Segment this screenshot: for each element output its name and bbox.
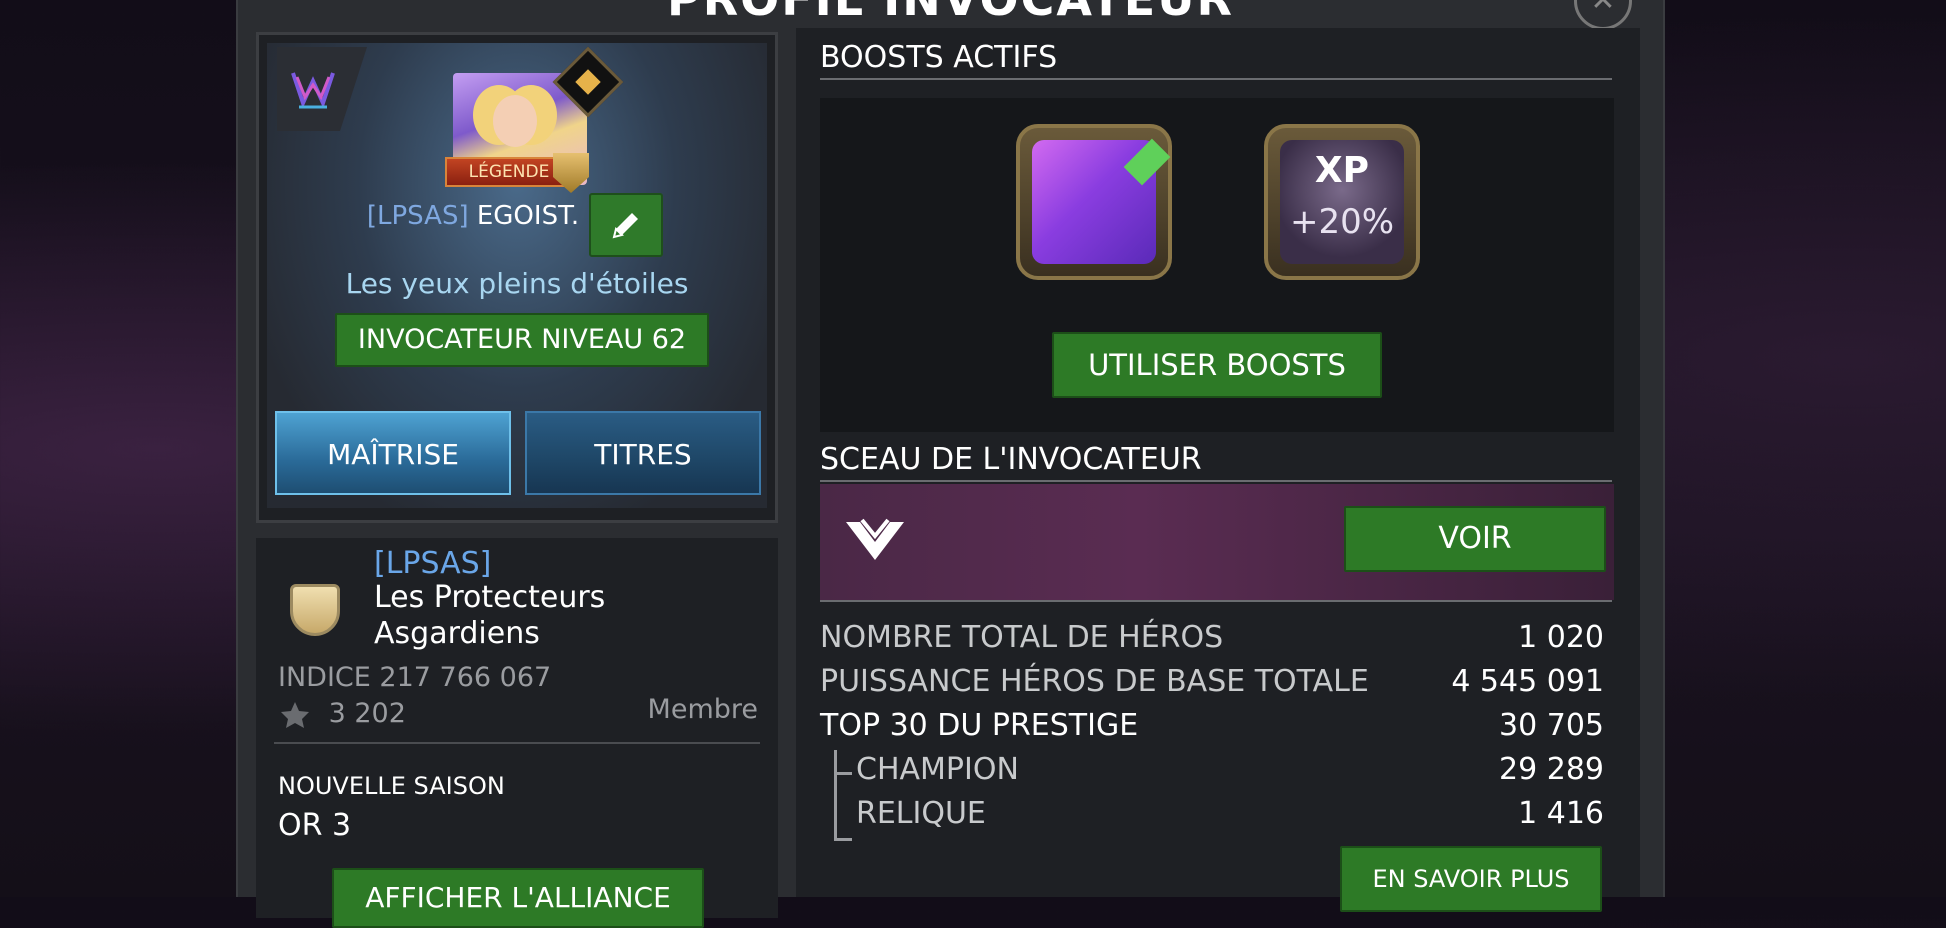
alliance-emblem-icon [277,47,367,131]
tab-mastery[interactable]: MAÎTRISE [275,411,511,495]
member-role: Membre [647,694,758,725]
player-alliance-tag: [LPSAS] [366,201,469,231]
summoner-level-button[interactable]: INVOCATEUR NIVEAU 62 [335,313,709,367]
alliance-shield-icon [290,584,340,636]
stat-value: 30 705 [1499,708,1604,743]
edit-name-button[interactable] [589,193,663,257]
divider [820,480,1612,482]
boosts-section-title: BOOSTS ACTIFS [820,40,1058,75]
stat-value: 29 289 [1499,752,1604,787]
xp-boost-icon[interactable]: XP +20% [1264,124,1420,280]
stat-label: PUISSANCE HÉROS DE BASE TOTALE [820,664,1369,699]
seal-box: VOIR [820,484,1614,600]
stat-label: RELIQUE [856,796,986,831]
profile-card: LÉGENDE [LPSAS] EGOIST. Les yeux pleins … [256,32,778,523]
xp-label: XP [1314,150,1370,191]
alliance-card: [LPSAS] Les Protecteurs Asgardiens INDIC… [256,538,778,928]
boost-crystal-icon[interactable] [1016,124,1172,280]
xp-percent: +20% [1289,202,1395,242]
seal-section-title: SCEAU DE L'INVOCATEUR [820,442,1202,477]
alliance-index: INDICE 217 766 067 [278,662,552,693]
boosts-box: XP +20% UTILISER BOOSTS [820,98,1614,432]
tree-connector [834,772,852,775]
divider [820,78,1612,80]
rank-shield-icon [553,153,589,193]
alliance-score: 3 202 [328,698,406,729]
profile-header: LÉGENDE [LPSAS] EGOIST. Les yeux pleins … [267,43,767,508]
stat-value: 4 545 091 [1451,664,1604,699]
alliance-score-row: 3 202 [278,698,406,730]
tree-connector [834,838,852,841]
player-title: Les yeux pleins d'étoiles [345,267,689,300]
close-icon: ✕ [1590,0,1616,18]
use-boosts-button[interactable]: UTILISER BOOSTS [1052,332,1382,398]
star-badge-icon [281,701,309,728]
alliance-name: Les Protecteurs Asgardiens [374,580,606,651]
divider [274,742,760,744]
avatar-portrait [493,95,537,147]
tab-titles[interactable]: TITRES [525,411,761,495]
stat-label: TOP 30 DU PRESTIGE [820,708,1139,743]
stat-label: CHAMPION [856,752,1019,787]
learn-more-button[interactable]: EN SAVOIR PLUS [1340,846,1602,912]
view-seal-button[interactable]: VOIR [1344,506,1606,572]
seal-icon [846,518,904,560]
stat-value: 1 416 [1518,796,1604,831]
alliance-tag: [LPSAS] [374,546,492,581]
divider [820,600,1612,602]
tree-connector [834,750,837,840]
season-label: NOUVELLE SAISON [278,772,505,800]
window-title: PROFIL INVOCATEUR [238,0,1663,26]
player-name-row: [LPSAS] EGOIST. [179,201,767,231]
stat-value: 1 020 [1518,620,1604,655]
summoner-details-panel: BOOSTS ACTIFS XP +20% UTILISER BOOSTS SC… [796,28,1640,912]
season-value: OR 3 [278,808,352,843]
pencil-icon [612,213,638,239]
stat-label: NOMBRE TOTAL DE HÉROS [820,620,1224,655]
view-alliance-button[interactable]: AFFICHER L'ALLIANCE [332,868,704,928]
player-name: EGOIST. [476,201,580,231]
